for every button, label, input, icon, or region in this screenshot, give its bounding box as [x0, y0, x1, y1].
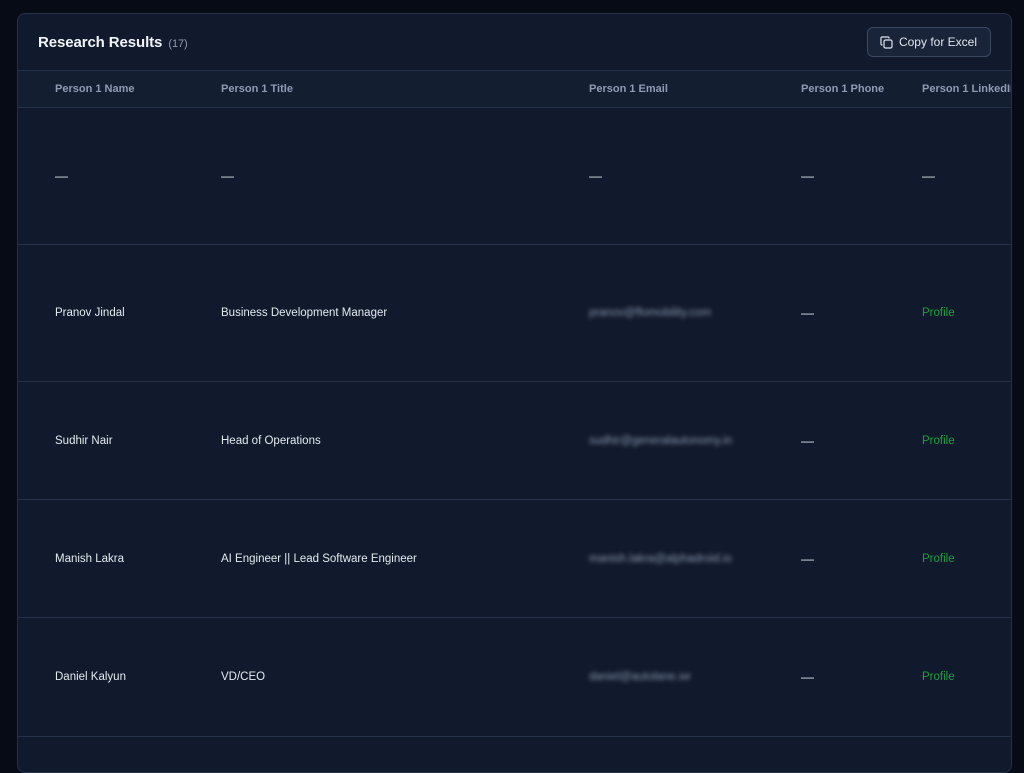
cell-phone: —	[801, 551, 814, 566]
cell-title: VD/CEO	[221, 671, 266, 683]
cell-phone: —	[801, 433, 814, 448]
research-results-panel: Research Results (17) Copy for Excel Per…	[17, 13, 1012, 773]
cell-email[interactable]: sudhir@generalautonomy.in	[589, 435, 732, 447]
column-header-linkedin[interactable]: Person 1 LinkedIn	[922, 83, 1011, 95]
table-row: Manish Lakra AI Engineer || Lead Softwar…	[18, 500, 1011, 618]
cell-phone: —	[801, 669, 814, 685]
cell-title: Head of Operations	[221, 434, 321, 447]
cell-phone: —	[801, 168, 814, 184]
copy-for-excel-label: Copy for Excel	[898, 35, 977, 49]
panel-header: Research Results (17) Copy for Excel	[18, 14, 1011, 71]
copy-for-excel-button[interactable]: Copy for Excel	[866, 27, 991, 57]
cell-email: —	[589, 168, 602, 184]
cell-email[interactable]: manish.lakra@alphadroid.io	[589, 553, 732, 565]
table-header: Person 1 Name Person 1 Title Person 1 Em…	[18, 71, 1011, 108]
cell-title: Business Development Manager	[221, 307, 388, 319]
column-header-title[interactable]: Person 1 Title	[221, 83, 293, 95]
cell-name: Pranov Jindal	[55, 307, 125, 319]
copy-icon	[880, 35, 893, 49]
cell-title: —	[221, 168, 234, 184]
cell-name: Manish Lakra	[55, 552, 125, 565]
linkedin-profile-link[interactable]: Profile	[922, 671, 955, 683]
table-row: Daniel Kalyun VD/CEO daniel@autolane.se …	[18, 618, 1011, 737]
cell-name: Sudhir Nair	[55, 434, 113, 447]
cell-name: —	[55, 168, 68, 184]
cell-linkedin: —	[922, 168, 935, 184]
linkedin-profile-link[interactable]: Profile	[922, 553, 955, 565]
column-header-email[interactable]: Person 1 Email	[589, 83, 668, 95]
table-row: — — — — —	[18, 108, 1011, 245]
results-table: Person 1 Name Person 1 Title Person 1 Em…	[18, 71, 1011, 737]
results-count: (17)	[168, 38, 188, 50]
linkedin-profile-link[interactable]: Profile	[922, 307, 955, 319]
column-header-phone[interactable]: Person 1 Phone	[801, 83, 884, 95]
cell-title: AI Engineer || Lead Software Engineer	[221, 552, 417, 565]
panel-title: Research Results (17)	[38, 34, 188, 51]
cell-email[interactable]: daniel@autolane.se	[589, 671, 691, 683]
panel-title-text: Research Results	[38, 34, 163, 51]
column-header-name[interactable]: Person 1 Name	[55, 83, 134, 95]
cell-email[interactable]: pranov@flomobility.com	[589, 307, 711, 319]
linkedin-profile-link[interactable]: Profile	[922, 435, 955, 447]
table-row: Pranov Jindal Business Development Manag…	[18, 245, 1011, 382]
cell-phone: —	[801, 305, 814, 321]
table-row: Sudhir Nair Head of Operations sudhir@ge…	[18, 382, 1011, 500]
cell-name: Daniel Kalyun	[55, 671, 126, 683]
